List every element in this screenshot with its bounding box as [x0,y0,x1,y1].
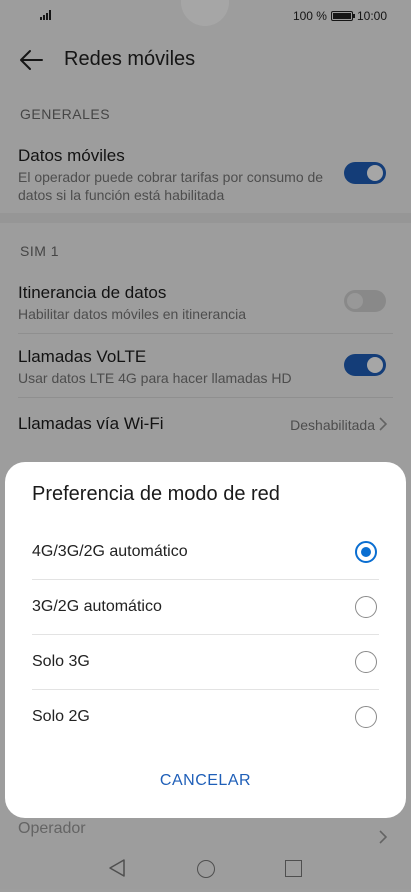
network-mode-dialog: Preferencia de modo de red 4G/3G/2G auto… [5,462,406,818]
option-label: Solo 2G [32,708,90,725]
radio-button[interactable] [355,651,377,673]
dialog-title: Preferencia de modo de red [32,483,280,505]
radio-button[interactable] [355,706,377,728]
option-label: Solo 3G [32,653,90,670]
radio-button[interactable] [355,541,377,563]
phone-screen: 100 % 10:00 Redes móviles GENERALES Dato… [0,0,411,892]
option-3g-2g[interactable]: 3G/2G automático [5,580,406,635]
radio-button[interactable] [355,596,377,618]
option-label: 3G/2G automático [32,598,162,615]
option-label: 4G/3G/2G automático [32,543,188,560]
option-4g-3g-2g[interactable]: 4G/3G/2G automático [5,525,406,580]
option-solo-2g[interactable]: Solo 2G [5,690,406,745]
cancel-button[interactable]: CANCELAR [5,772,406,790]
option-solo-3g[interactable]: Solo 3G [5,635,406,690]
